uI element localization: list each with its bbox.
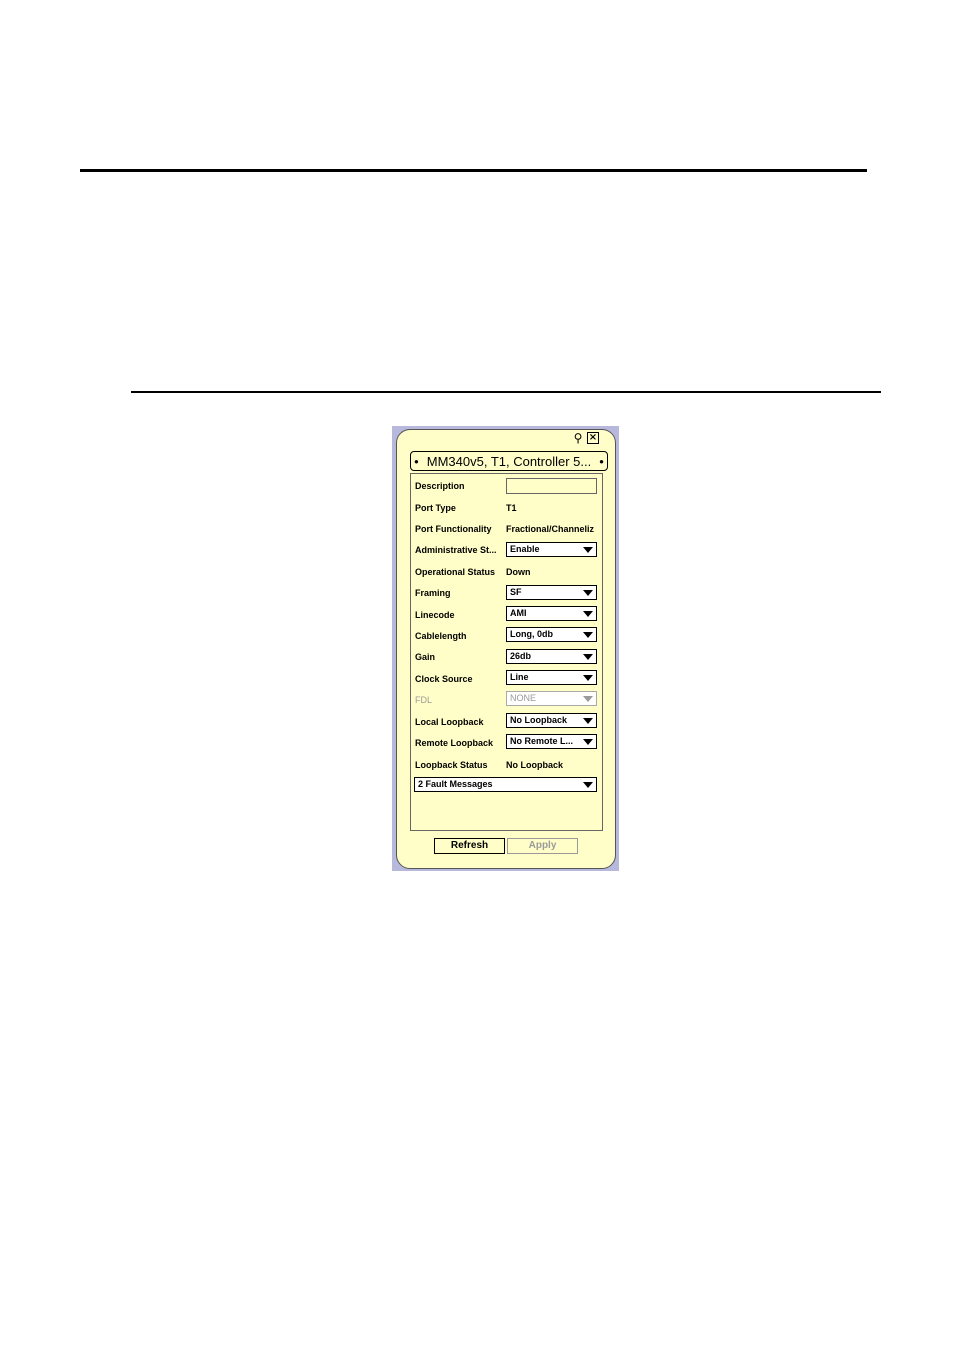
dropdown-arrow-icon — [583, 718, 593, 724]
fdl-select: NONE — [506, 691, 597, 706]
clock-source-value: Line — [510, 672, 529, 682]
linecode-value: AMI — [510, 608, 527, 618]
figure-rule — [131, 391, 881, 393]
operational-status-value: Down — [506, 567, 531, 577]
remote-loopback-label: Remote Loopback — [415, 738, 494, 748]
tab-right-dot-icon: ● — [599, 456, 604, 466]
titlebar-icons: ⚲ × — [572, 432, 599, 445]
remote-loopback-value: No Remote L... — [510, 736, 574, 746]
tab-port-title[interactable]: ● MM340v5, T1, Controller 5... ● — [410, 451, 608, 471]
loopback-status-label: Loopback Status — [415, 760, 488, 770]
local-loopback-label: Local Loopback — [415, 717, 484, 727]
loopback-status-value: No Loopback — [506, 760, 564, 770]
gain-select[interactable]: 26db — [506, 649, 597, 664]
description-label: Description — [415, 481, 465, 491]
remote-loopback-select[interactable]: No Remote L... — [506, 734, 597, 749]
framing-label: Framing — [415, 588, 451, 598]
administrative-status-select[interactable]: Enable — [506, 542, 597, 557]
fdl-value: NONE — [510, 693, 537, 703]
clock-source-select[interactable]: Line — [506, 670, 597, 685]
dropdown-arrow-icon — [583, 632, 593, 638]
apply-button: Apply — [507, 838, 578, 854]
dropdown-arrow-icon — [583, 675, 593, 681]
port-type-label: Port Type — [415, 503, 456, 513]
fault-messages-value: 2 Fault Messages — [418, 779, 493, 789]
local-loopback-select[interactable]: No Loopback — [506, 713, 597, 728]
dropdown-arrow-icon — [583, 782, 593, 788]
linecode-label: Linecode — [415, 610, 455, 620]
framing-select[interactable]: SF — [506, 585, 597, 600]
dropdown-arrow-icon — [583, 611, 593, 617]
clock-source-label: Clock Source — [415, 674, 473, 684]
fault-messages-select[interactable]: 2 Fault Messages — [414, 777, 597, 792]
port-functionality-value: Fractional/Channeliz — [506, 524, 595, 534]
refresh-button[interactable]: Refresh — [434, 838, 505, 854]
administrative-status-value: Enable — [510, 544, 540, 554]
cablelength-label: Cablelength — [415, 631, 467, 641]
operational-status-label: Operational Status — [415, 567, 496, 577]
tab-title: MM340v5, T1, Controller 5... — [426, 453, 592, 469]
close-icon[interactable]: × — [587, 432, 599, 444]
dropdown-arrow-icon — [583, 696, 593, 702]
port-functionality-label: Port Functionality — [415, 524, 492, 534]
framing-value: SF — [510, 587, 522, 597]
cablelength-select[interactable]: Long, 0db — [506, 627, 597, 642]
local-loopback-value: No Loopback — [510, 715, 568, 725]
dropdown-arrow-icon — [583, 739, 593, 745]
pin-icon[interactable]: ⚲ — [572, 432, 584, 444]
description-input[interactable] — [506, 478, 597, 494]
cablelength-value: Long, 0db — [510, 629, 553, 639]
top-rule — [80, 169, 867, 172]
dropdown-arrow-icon — [583, 654, 593, 660]
dropdown-arrow-icon — [583, 590, 593, 596]
gain-label: Gain — [415, 652, 436, 662]
fdl-label: FDL — [415, 695, 433, 705]
port-type-value: T1 — [506, 503, 517, 513]
linecode-select[interactable]: AMI — [506, 606, 597, 621]
tab-left-dot-icon: ● — [414, 456, 419, 466]
administrative-status-label: Administrative St... — [415, 545, 497, 555]
gain-value: 26db — [510, 651, 532, 661]
dropdown-arrow-icon — [583, 547, 593, 553]
